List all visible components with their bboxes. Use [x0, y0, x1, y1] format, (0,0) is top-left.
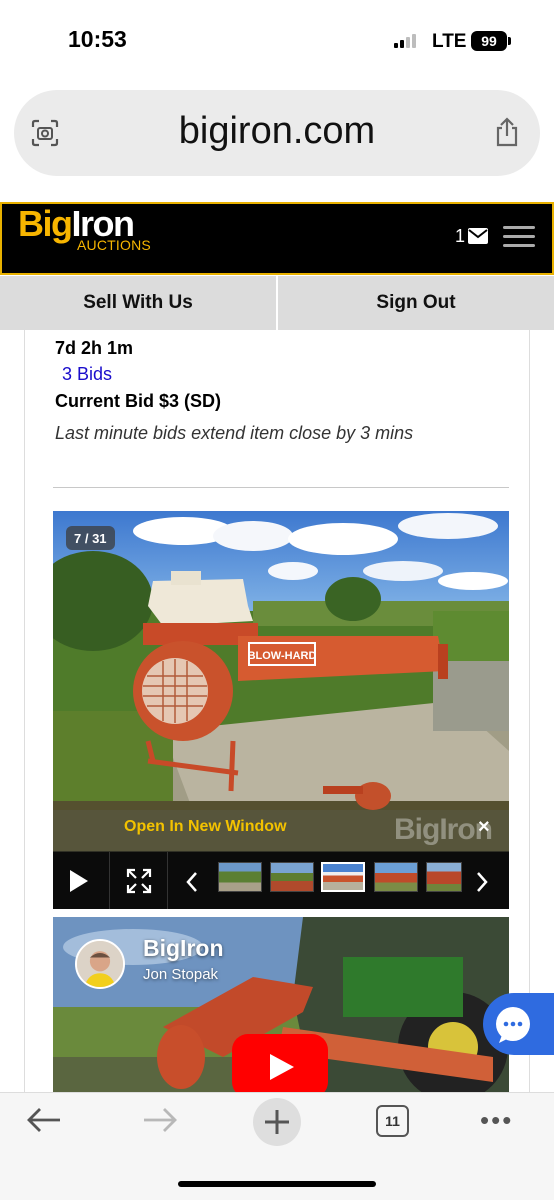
photo-counter: 7 / 31 — [66, 526, 115, 550]
message-count[interactable]: 1 — [455, 226, 465, 247]
time-remaining: 7d 2h 1m — [55, 338, 134, 358]
youtube-play-button[interactable] — [232, 1034, 328, 1098]
thumbnail[interactable] — [426, 862, 462, 892]
sign-out-tab[interactable]: Sign Out — [278, 276, 554, 330]
thumbnail-active[interactable] — [321, 862, 365, 892]
battery-tip — [508, 37, 511, 45]
channel-avatar[interactable] — [75, 939, 125, 989]
status-time: 10:53 — [68, 26, 127, 52]
chevron-right-icon[interactable] — [474, 870, 490, 894]
chat-button[interactable] — [483, 993, 554, 1055]
bids-link[interactable]: 3 Bids — [62, 364, 112, 385]
new-tab-button[interactable] — [253, 1098, 301, 1146]
more-options-icon[interactable]: ••• — [480, 1107, 513, 1133]
fullscreen-icon[interactable] — [125, 867, 153, 895]
content-border-left — [24, 330, 25, 1092]
forward-arrow-icon[interactable] — [142, 1106, 178, 1134]
home-indicator — [178, 1181, 376, 1187]
tab-switcher-button[interactable]: 11 — [376, 1105, 409, 1137]
bid-extend-note: Last minute bids extend item close by 3 … — [55, 423, 414, 443]
sell-with-us-tab[interactable]: Sell With Us — [0, 276, 276, 330]
current-bid: Current Bid $3 (SD) — [55, 391, 222, 411]
thumbnail[interactable] — [374, 862, 418, 892]
control-separator — [109, 852, 110, 909]
control-separator — [167, 852, 168, 909]
back-arrow-icon[interactable] — [26, 1106, 62, 1134]
envelope-icon[interactable] — [468, 228, 488, 244]
network-type: LTE — [432, 31, 467, 52]
thumbnail[interactable] — [218, 862, 262, 892]
share-icon[interactable] — [492, 116, 522, 148]
url-text[interactable]: bigiron.com — [0, 110, 554, 153]
divider — [53, 487, 509, 488]
thumbnail[interactable] — [270, 862, 314, 892]
camera-search-icon[interactable] — [30, 118, 60, 148]
plus-icon — [265, 1110, 289, 1134]
play-icon[interactable] — [68, 868, 90, 894]
equipment-photo[interactable]: BLOW-HARD — [53, 511, 509, 851]
video-presenter: Jon Stopak — [143, 966, 219, 983]
open-new-window-link[interactable]: Open In New Window — [124, 818, 287, 836]
logo-subtitle: AUCTIONS — [77, 237, 151, 253]
battery-icon: 99 — [471, 31, 507, 51]
content-border-right — [529, 330, 530, 1092]
chevron-left-icon[interactable] — [184, 870, 200, 894]
hamburger-menu-icon[interactable] — [503, 226, 535, 248]
close-icon[interactable]: × — [478, 816, 490, 839]
channel-name[interactable]: BigIron — [143, 935, 224, 962]
signal-icon — [394, 34, 416, 48]
chat-icon[interactable] — [483, 993, 554, 1055]
svg-text:BLOW-HARD: BLOW-HARD — [248, 650, 317, 662]
